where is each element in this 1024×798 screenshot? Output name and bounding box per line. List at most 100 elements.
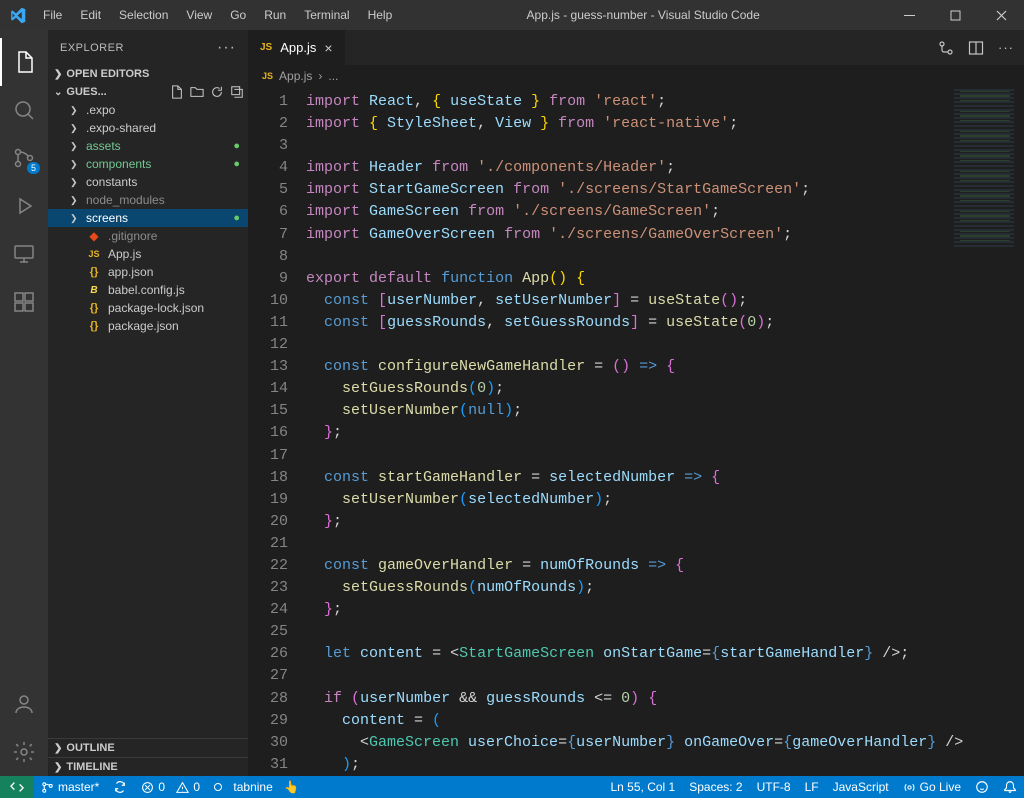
activity-extensions-icon[interactable]	[0, 278, 48, 326]
file-icon: {}	[86, 302, 102, 314]
tabnine-label: tabnine	[233, 780, 272, 794]
outline-section[interactable]: ❯ OUTLINE	[48, 738, 248, 757]
tree-item-package-json[interactable]: {} package.json	[48, 317, 248, 335]
tabnine-status[interactable]: tabnine 👆	[207, 776, 306, 798]
menu-terminal[interactable]: Terminal	[296, 4, 357, 26]
refresh-icon[interactable]	[210, 85, 224, 99]
encoding[interactable]: UTF-8	[750, 776, 798, 798]
js-file-icon: JS	[260, 42, 272, 53]
tree-item-label: .expo	[86, 103, 115, 117]
chevron-right-icon: ❯	[70, 141, 80, 152]
activity-explorer-icon[interactable]	[0, 38, 48, 86]
tree-item-app-json[interactable]: {} app.json	[48, 263, 248, 281]
chevron-right-icon: ❯	[70, 123, 80, 134]
cursor-position[interactable]: Ln 55, Col 1	[604, 776, 683, 798]
tree-item-App-js[interactable]: JSApp.js	[48, 245, 248, 263]
modified-indicator-icon: ●	[233, 158, 240, 170]
activity-debug-icon[interactable]	[0, 182, 48, 230]
menu-file[interactable]: File	[35, 4, 70, 26]
file-tree: ❯.expo❯.expo-shared❯assets●❯components●❯…	[48, 101, 248, 738]
split-editor-icon[interactable]	[968, 40, 984, 56]
tree-item-label: screens	[86, 211, 128, 225]
tree-item-label: package.json	[108, 319, 179, 333]
chevron-right-icon: ❯	[70, 213, 80, 224]
minimap[interactable]	[954, 87, 1024, 247]
menu-help[interactable]: Help	[360, 4, 401, 26]
sidebar: EXPLORER ··· ❯OPEN EDITORS ⌄GUES... ❯.ex…	[48, 30, 248, 776]
file-icon: {}	[86, 266, 102, 278]
tree-item-label: app.json	[108, 265, 153, 279]
code-content[interactable]: import React, { useState } from 'react';…	[306, 87, 1024, 776]
file-icon: ◆	[86, 229, 102, 243]
sidebar-more-icon[interactable]: ···	[217, 39, 236, 57]
tree-item-babel-config-js[interactable]: Bbabel.config.js	[48, 281, 248, 299]
git-branch[interactable]: master*	[34, 776, 106, 798]
tree-item--gitignore[interactable]: ◆.gitignore	[48, 227, 248, 245]
breadcrumb-more[interactable]: ...	[328, 69, 338, 83]
go-live[interactable]: Go Live	[896, 776, 968, 798]
tree-item-components[interactable]: ❯components●	[48, 155, 248, 173]
breadcrumbs[interactable]: JS App.js › ...	[248, 65, 1024, 87]
chevron-right-icon: ❯	[70, 105, 80, 116]
tree-item-package-lock-json[interactable]: {}package-lock.json	[48, 299, 248, 317]
language-mode[interactable]: JavaScript	[826, 776, 896, 798]
breadcrumb-file[interactable]: App.js	[279, 69, 312, 83]
tree-item-label: node_modules	[86, 193, 165, 207]
activity-settings-icon[interactable]	[0, 728, 48, 776]
timeline-section[interactable]: ❯TIMELINE	[48, 757, 248, 776]
activity-bar: 5	[0, 30, 48, 776]
sidebar-header: EXPLORER ···	[48, 30, 248, 65]
collapse-all-icon[interactable]	[230, 85, 244, 99]
problems[interactable]: 0 0	[134, 776, 207, 798]
notifications-icon[interactable]	[996, 776, 1024, 798]
folder-header[interactable]: ⌄GUES...	[48, 83, 248, 101]
eol[interactable]: LF	[798, 776, 826, 798]
menu-edit[interactable]: Edit	[72, 4, 109, 26]
folder-name: GUES...	[66, 86, 106, 98]
tabs-bar: JS App.js × ···	[248, 30, 1024, 65]
tree-item--expo[interactable]: ❯ .expo	[48, 101, 248, 119]
chevron-right-icon: ❯	[70, 159, 80, 170]
activity-scm-icon[interactable]: 5	[0, 134, 48, 182]
remote-indicator[interactable]	[0, 776, 34, 798]
menu-selection[interactable]: Selection	[111, 4, 176, 26]
tab-close-icon[interactable]: ×	[324, 40, 332, 56]
modified-indicator-icon: ●	[233, 212, 240, 224]
feedback-icon[interactable]	[968, 776, 996, 798]
tree-item-screens[interactable]: ❯ screens ●	[48, 209, 248, 227]
timeline-label: TIMELINE	[66, 761, 117, 773]
go-live-label: Go Live	[920, 780, 961, 794]
open-editors-label: OPEN EDITORS	[66, 68, 149, 80]
branch-label: master*	[58, 780, 99, 794]
activity-search-icon[interactable]	[0, 86, 48, 134]
tree-item-label: constants	[86, 175, 137, 189]
hand-pointer-icon: 👆	[284, 780, 299, 794]
indentation[interactable]: Spaces: 2	[682, 776, 749, 798]
tree-item-assets[interactable]: ❯assets●	[48, 137, 248, 155]
minimize-button[interactable]	[886, 0, 932, 30]
menu-go[interactable]: Go	[222, 4, 254, 26]
new-file-icon[interactable]	[170, 85, 184, 99]
compare-changes-icon[interactable]	[938, 40, 954, 56]
menu-run[interactable]: Run	[256, 4, 294, 26]
code-editor[interactable]: 1234567891011121314151617181920212223242…	[248, 87, 1024, 776]
tab-app-js[interactable]: JS App.js ×	[248, 30, 346, 65]
open-editors-section[interactable]: ❯OPEN EDITORS	[48, 65, 248, 83]
outline-label: OUTLINE	[66, 742, 114, 754]
maximize-button[interactable]	[932, 0, 978, 30]
tree-item-node_modules[interactable]: ❯node_modules	[48, 191, 248, 209]
git-sync[interactable]	[106, 776, 134, 798]
new-folder-icon[interactable]	[190, 85, 204, 99]
activity-account-icon[interactable]	[0, 680, 48, 728]
status-bar: master* 0 0 tabnine 👆 Ln 55, Col 1 Space…	[0, 776, 1024, 798]
chevron-right-icon: ❯	[54, 743, 62, 754]
tree-item-constants[interactable]: ❯ constants	[48, 173, 248, 191]
close-button[interactable]	[978, 0, 1024, 30]
editor-more-icon[interactable]: ···	[998, 40, 1014, 55]
menu-view[interactable]: View	[178, 4, 220, 26]
chevron-right-icon: ❯	[70, 177, 80, 188]
tree-item--expo-shared[interactable]: ❯.expo-shared	[48, 119, 248, 137]
activity-remote-icon[interactable]	[0, 230, 48, 278]
file-icon: {}	[86, 320, 102, 332]
menu-bar: File Edit Selection View Go Run Terminal…	[35, 4, 400, 26]
